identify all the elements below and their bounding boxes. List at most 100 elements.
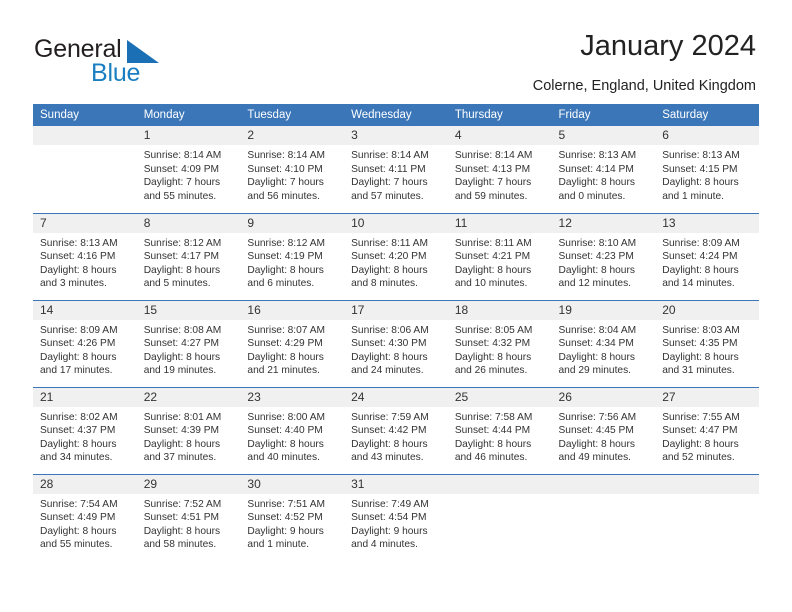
day-number: 21 bbox=[33, 387, 137, 407]
sunset-text: Sunset: 4:24 PM bbox=[662, 251, 738, 263]
calendar-day-cell[interactable]: 8 Sunrise: 8:12 AM Sunset: 4:17 PM Daylight… bbox=[136, 212, 241, 300]
day-number: 27 bbox=[655, 387, 759, 407]
calendar-day-cell[interactable]: 25 Sunrise: 7:58 AM Sunset: 4:44 PM Dayligh… bbox=[447, 386, 552, 474]
calendar-day-cell[interactable]: 22 Sunrise: 8:01 AM Sunset: 4:39 PM Dayligh… bbox=[136, 386, 241, 474]
day-sun-info: Sunrise: 8:04 AM Sunset: 4:34 PM Daylight:… bbox=[552, 320, 656, 378]
calendar-day-cell[interactable]: 5 Sunrise: 8:13 AM Sunset: 4:14 PM Daylight… bbox=[551, 126, 656, 213]
daylight-text-line1: Daylight: 8 hours bbox=[143, 438, 221, 450]
calendar-day-cell[interactable]: 9 Sunrise: 8:12 AM Sunset: 4:19 PM Daylight… bbox=[240, 212, 345, 300]
day-number: 6 bbox=[655, 126, 759, 145]
calendar-day-cell[interactable]: 27 Sunrise: 7:55 AM Sunset: 4:47 PM Dayligh… bbox=[655, 386, 759, 474]
day-cell-inner: 28 Sunrise: 7:54 AM Sunset: 4:49 PM Dayligh… bbox=[33, 474, 137, 562]
day-cell-inner: 22 Sunrise: 8:01 AM Sunset: 4:39 PM Dayligh… bbox=[136, 387, 241, 474]
sunset-text: Sunset: 4:32 PM bbox=[454, 338, 531, 350]
calendar-day-cell[interactable]: 3 Sunrise: 8:14 AM Sunset: 4:11 PM Daylight… bbox=[344, 126, 448, 213]
day-sun-info: Sunrise: 8:09 AM Sunset: 4:26 PM Daylight:… bbox=[33, 320, 137, 378]
calendar-day-cell[interactable]: 19 Sunrise: 8:04 AM Sunset: 4:34 PM Dayligh… bbox=[551, 299, 656, 387]
sunrise-text: Sunrise: 7:55 AM bbox=[662, 411, 740, 423]
calendar-day-cell[interactable]: 26 Sunrise: 7:56 AM Sunset: 4:45 PM Dayligh… bbox=[551, 386, 656, 474]
day-sun-info: Sunrise: 8:10 AM Sunset: 4:23 PM Daylight:… bbox=[552, 233, 656, 291]
sunset-text: Sunset: 4:19 PM bbox=[247, 251, 323, 263]
calendar-day-cell[interactable]: 31 Sunrise: 7:49 AM Sunset: 4:54 PM Dayligh… bbox=[344, 473, 448, 562]
sunrise-text: Sunrise: 7:52 AM bbox=[143, 498, 222, 510]
day-number: 24 bbox=[344, 387, 448, 407]
daylight-text-line2: and 3 minutes. bbox=[40, 278, 107, 290]
day-number: 12 bbox=[551, 213, 656, 233]
daylight-text-line2: and 31 minutes. bbox=[662, 365, 735, 377]
daylight-text-line2: and 29 minutes. bbox=[558, 365, 632, 377]
day-cell-inner: 29 Sunrise: 7:52 AM Sunset: 4:51 PM Dayligh… bbox=[136, 474, 241, 562]
day-number: 19 bbox=[551, 300, 656, 320]
daylight-text-line1: Daylight: 8 hours bbox=[143, 264, 221, 276]
sunrise-text: Sunrise: 8:14 AM bbox=[454, 150, 533, 161]
daylight-text-line1: Daylight: 8 hours bbox=[247, 264, 324, 276]
calendar-day-cell[interactable]: 4 Sunrise: 8:14 AM Sunset: 4:13 PM Daylight… bbox=[447, 126, 552, 213]
sunrise-text: Sunrise: 7:49 AM bbox=[351, 498, 429, 510]
calendar-day-cell[interactable]: 10 Sunrise: 8:11 AM Sunset: 4:20 PM Dayligh… bbox=[344, 212, 448, 300]
calendar-day-cell[interactable]: 13 Sunrise: 8:09 AM Sunset: 4:24 PM Dayligh… bbox=[655, 212, 759, 300]
sunrise-text: Sunrise: 8:03 AM bbox=[662, 324, 740, 336]
calendar-day-cell[interactable]: 16 Sunrise: 8:07 AM Sunset: 4:29 PM Dayligh… bbox=[240, 299, 345, 387]
daylight-text-line1: Daylight: 8 hours bbox=[454, 438, 532, 450]
sunset-text: Sunset: 4:21 PM bbox=[454, 251, 531, 263]
calendar-day-cell[interactable]: 11 Sunrise: 8:11 AM Sunset: 4:21 PM Dayligh… bbox=[447, 212, 552, 300]
sunset-text: Sunset: 4:40 PM bbox=[247, 425, 323, 437]
calendar-day-cell[interactable]: 12 Sunrise: 8:10 AM Sunset: 4:23 PM Dayligh… bbox=[551, 212, 656, 300]
calendar-day-cell[interactable]: 17 Sunrise: 8:06 AM Sunset: 4:30 PM Dayligh… bbox=[344, 299, 448, 387]
sunset-text: Sunset: 4:10 PM bbox=[247, 163, 323, 175]
day-number: 7 bbox=[33, 213, 137, 233]
sunrise-text: Sunrise: 8:08 AM bbox=[143, 324, 222, 336]
day-cell-inner bbox=[447, 474, 552, 562]
day-cell-inner bbox=[655, 474, 759, 562]
sunrise-text: Sunrise: 8:14 AM bbox=[351, 150, 429, 161]
day-sun-info: Sunrise: 8:02 AM Sunset: 4:37 PM Daylight:… bbox=[33, 407, 137, 465]
daylight-text-line1: Daylight: 8 hours bbox=[662, 177, 739, 189]
daylight-text-line1: Daylight: 8 hours bbox=[558, 264, 635, 276]
calendar-day-cell-empty bbox=[655, 473, 759, 562]
day-cell-inner: 9 Sunrise: 8:12 AM Sunset: 4:19 PM Daylight… bbox=[240, 213, 345, 300]
calendar-day-cell[interactable]: 28 Sunrise: 7:54 AM Sunset: 4:49 PM Dayligh… bbox=[33, 473, 137, 562]
calendar-day-cell[interactable]: 29 Sunrise: 7:52 AM Sunset: 4:51 PM Dayligh… bbox=[136, 473, 241, 562]
calendar-day-cell[interactable]: 15 Sunrise: 8:08 AM Sunset: 4:27 PM Dayligh… bbox=[136, 299, 241, 387]
calendar-day-cell[interactable]: 23 Sunrise: 8:00 AM Sunset: 4:40 PM Dayligh… bbox=[240, 386, 345, 474]
daylight-text-line1: Daylight: 7 hours bbox=[351, 177, 428, 189]
day-number: 31 bbox=[344, 474, 448, 494]
daylight-text-line2: and 43 minutes. bbox=[351, 452, 424, 464]
daylight-text-line2: and 19 minutes. bbox=[143, 365, 217, 377]
sunrise-text: Sunrise: 8:14 AM bbox=[143, 150, 222, 161]
calendar-grid: Sunday Monday Tuesday Wednesday Thursday… bbox=[33, 104, 759, 561]
calendar-page: General Blue January 2024 Colerne, Engla… bbox=[0, 0, 792, 612]
day-sun-info: Sunrise: 8:14 AM Sunset: 4:13 PM Daylight:… bbox=[448, 145, 552, 203]
day-number: 2 bbox=[240, 126, 345, 145]
calendar-day-cell[interactable]: 6 Sunrise: 8:13 AM Sunset: 4:15 PM Daylight… bbox=[655, 126, 759, 213]
day-sun-info: Sunrise: 7:59 AM Sunset: 4:42 PM Daylight:… bbox=[344, 407, 448, 465]
sunset-text: Sunset: 4:14 PM bbox=[558, 163, 634, 175]
day-sun-info: Sunrise: 8:12 AM Sunset: 4:19 PM Daylight:… bbox=[240, 233, 344, 291]
sunset-text: Sunset: 4:29 PM bbox=[247, 338, 323, 350]
calendar-day-cell[interactable]: 1 Sunrise: 8:14 AM Sunset: 4:09 PM Daylight… bbox=[136, 126, 241, 213]
sunset-text: Sunset: 4:30 PM bbox=[351, 338, 427, 350]
calendar-day-cell[interactable]: 7 Sunrise: 8:13 AM Sunset: 4:16 PM Daylight… bbox=[33, 212, 137, 300]
sunset-text: Sunset: 4:27 PM bbox=[143, 338, 220, 350]
daylight-text-line1: Daylight: 8 hours bbox=[662, 438, 739, 450]
sunrise-text: Sunrise: 8:09 AM bbox=[40, 324, 118, 336]
calendar-day-cell[interactable]: 24 Sunrise: 7:59 AM Sunset: 4:42 PM Dayligh… bbox=[344, 386, 448, 474]
weekday-header-wednesday: Wednesday bbox=[344, 104, 448, 126]
day-cell-inner: 13 Sunrise: 8:09 AM Sunset: 4:24 PM Dayligh… bbox=[655, 213, 759, 300]
sunrise-text: Sunrise: 8:13 AM bbox=[662, 150, 740, 161]
calendar-day-cell[interactable]: 14 Sunrise: 8:09 AM Sunset: 4:26 PM Dayligh… bbox=[33, 299, 137, 387]
calendar-day-cell[interactable]: 2 Sunrise: 8:14 AM Sunset: 4:10 PM Daylight… bbox=[240, 126, 345, 213]
calendar-day-cell[interactable]: 18 Sunrise: 8:05 AM Sunset: 4:32 PM Dayligh… bbox=[447, 299, 552, 387]
sunset-text: Sunset: 4:45 PM bbox=[558, 425, 634, 437]
weekday-header-sunday: Sunday bbox=[33, 104, 137, 126]
daylight-text-line1: Daylight: 8 hours bbox=[558, 177, 635, 189]
calendar-day-cell[interactable]: 20 Sunrise: 8:03 AM Sunset: 4:35 PM Dayligh… bbox=[655, 299, 759, 387]
calendar-day-cell[interactable]: 30 Sunrise: 7:51 AM Sunset: 4:52 PM Dayligh… bbox=[240, 473, 345, 561]
day-cell-inner: 31 Sunrise: 7:49 AM Sunset: 4:54 PM Dayligh… bbox=[344, 474, 448, 562]
page-subtitle-location: Colerne, England, United Kingdom bbox=[532, 78, 756, 94]
day-number bbox=[33, 126, 137, 145]
day-sun-info: Sunrise: 8:13 AM Sunset: 4:15 PM Daylight:… bbox=[655, 145, 759, 203]
daylight-text-line1: Daylight: 8 hours bbox=[558, 351, 635, 363]
daylight-text-line1: Daylight: 8 hours bbox=[662, 264, 739, 276]
calendar-day-cell[interactable]: 21 Sunrise: 8:02 AM Sunset: 4:37 PM Dayligh… bbox=[33, 386, 137, 474]
